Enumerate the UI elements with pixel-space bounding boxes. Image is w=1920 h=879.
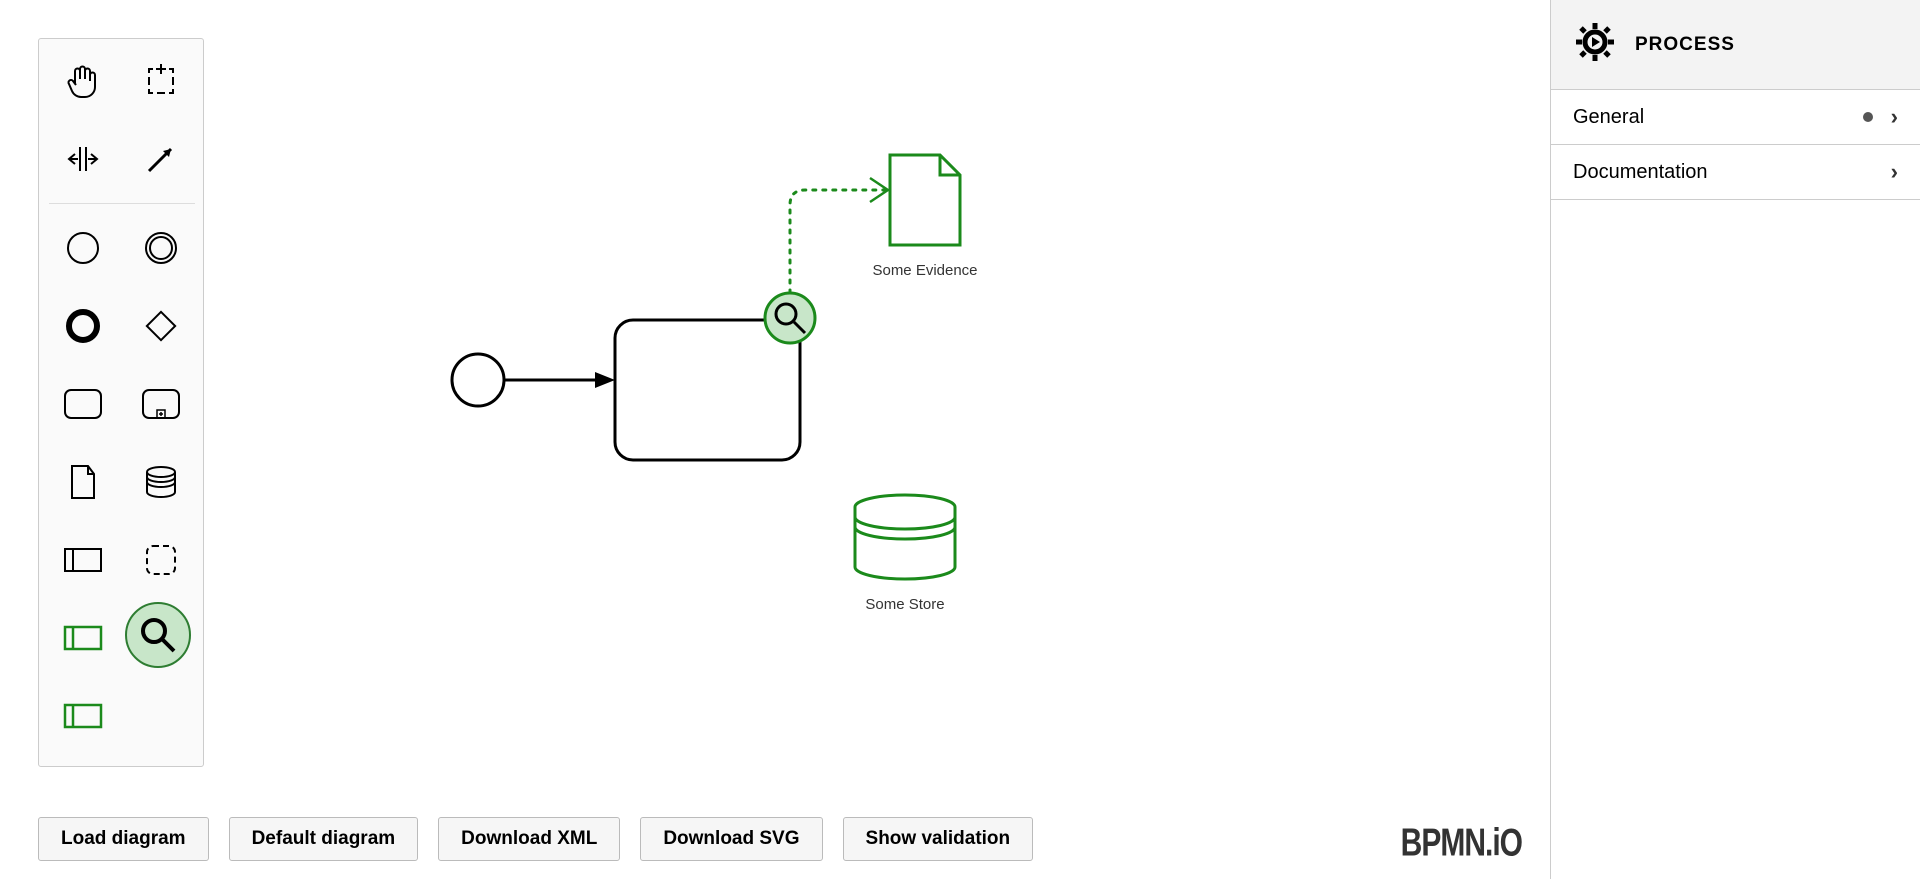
- bpmn-io-logo: BPMN.iO: [1401, 822, 1522, 866]
- section-label: General: [1573, 106, 1644, 129]
- data-store-label: Some Store: [825, 596, 985, 613]
- show-validation-button[interactable]: Show validation: [843, 817, 1034, 861]
- section-label: Documentation: [1573, 161, 1708, 184]
- default-diagram-button[interactable]: Default diagram: [229, 817, 419, 861]
- create-participant[interactable]: [47, 524, 119, 596]
- create-start-event[interactable]: [47, 212, 119, 284]
- load-diagram-button[interactable]: Load diagram: [38, 817, 209, 861]
- hand-tool[interactable]: [47, 45, 119, 117]
- create-group[interactable]: [125, 524, 197, 596]
- properties-section-documentation[interactable]: Documentation ›: [1551, 145, 1920, 200]
- create-gateway[interactable]: [125, 290, 197, 362]
- footer-toolbar: Load diagram Default diagram Download XM…: [38, 817, 1033, 861]
- download-xml-button[interactable]: Download XML: [438, 817, 620, 861]
- search-element-tool[interactable]: [125, 602, 191, 668]
- create-task[interactable]: [47, 368, 119, 440]
- create-intermediate-event[interactable]: [47, 290, 119, 362]
- space-tool[interactable]: [47, 123, 119, 195]
- lasso-tool[interactable]: [125, 45, 197, 117]
- properties-header: PROCESS: [1551, 0, 1920, 90]
- download-svg-button[interactable]: Download SVG: [640, 817, 822, 861]
- chevron-right-icon: ›: [1891, 104, 1898, 130]
- properties-panel: PROCESS General › Documentation ›: [1550, 0, 1920, 879]
- create-green-lane-1[interactable]: [47, 602, 119, 674]
- chevron-right-icon: ›: [1891, 159, 1898, 185]
- create-data-store[interactable]: [125, 446, 197, 518]
- palette-separator: [49, 203, 195, 204]
- create-green-lane-2[interactable]: [47, 680, 119, 752]
- properties-section-general[interactable]: General ›: [1551, 90, 1920, 145]
- data-object-evidence[interactable]: [890, 155, 960, 245]
- global-connect-tool[interactable]: [125, 123, 197, 195]
- create-end-event[interactable]: [125, 212, 197, 284]
- modified-indicator-icon: [1863, 112, 1873, 122]
- arrowhead-icon: [595, 372, 615, 388]
- create-data-object[interactable]: [47, 446, 119, 518]
- data-object-label: Some Evidence: [845, 262, 1005, 279]
- create-subprocess[interactable]: [125, 368, 197, 440]
- start-event[interactable]: [452, 354, 504, 406]
- gear-play-icon: [1573, 20, 1617, 69]
- properties-title: PROCESS: [1635, 34, 1735, 56]
- tool-palette: [38, 38, 204, 767]
- task-shape[interactable]: [615, 320, 800, 460]
- data-store[interactable]: [855, 495, 955, 579]
- boundary-event-magnifier[interactable]: [765, 293, 815, 343]
